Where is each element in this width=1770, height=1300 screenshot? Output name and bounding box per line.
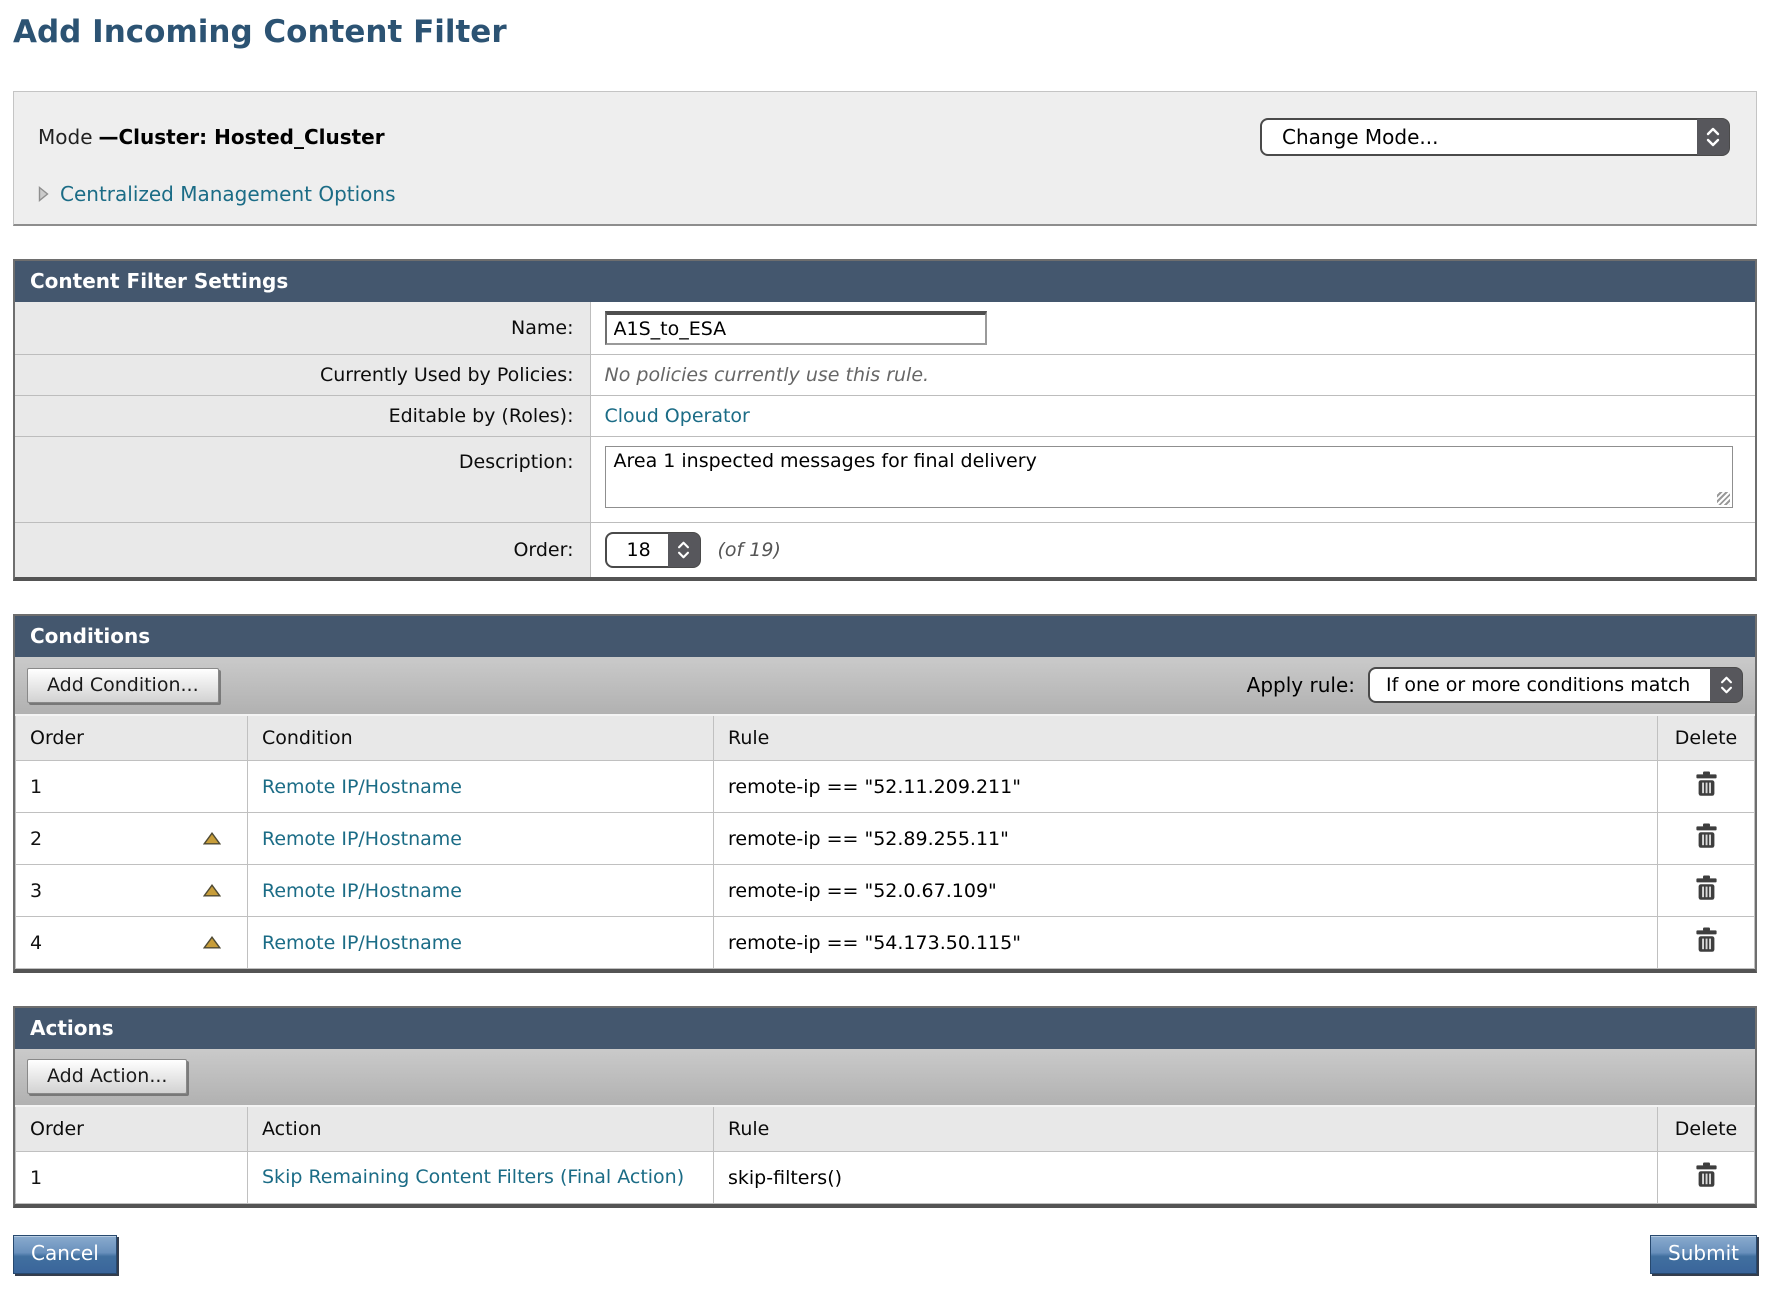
up-arrow-icon[interactable] [203,884,221,897]
add-condition-button[interactable]: Add Condition... [27,668,219,703]
action-rule: skip-filters() [728,1167,842,1189]
col-header-condition: Condition [248,715,714,761]
mode-row: Mode —Cluster: Hosted_Cluster Change Mod… [38,118,1730,156]
roles-row: Editable by (Roles): Cloud Operator [15,396,1755,437]
cloud-operator-link[interactable]: Cloud Operator [605,405,750,427]
policies-row: Currently Used by Policies: No policies … [15,355,1755,396]
roles-label: Editable by (Roles): [15,396,590,437]
actions-toolbar: Add Action... [15,1049,1755,1105]
conditions-table: Order Condition Rule Delete 1 Remote IP/… [15,714,1755,969]
settings-table: Name: Currently Used by Policies: No pol… [15,302,1755,577]
condition-link[interactable]: Remote IP/Hostname [262,932,462,954]
action-link[interactable]: Skip Remaining Content Filters (Final Ac… [262,1165,692,1191]
apply-rule-select[interactable]: If one or more conditions match [1368,667,1743,703]
submit-button[interactable]: Submit [1650,1235,1757,1274]
description-textarea[interactable]: Area 1 inspected messages for final deli… [605,446,1733,508]
up-arrow-icon[interactable] [203,936,221,949]
action-order: 1 [30,1167,42,1189]
description-label: Description: [15,437,590,523]
name-row: Name: [15,302,1755,355]
col-header-order: Order [16,1106,248,1152]
col-header-action: Action [248,1106,714,1152]
trash-icon[interactable] [1695,875,1718,901]
condition-link[interactable]: Remote IP/Hostname [262,880,462,902]
condition-rule: remote-ip == "52.89.255.11" [728,828,1009,850]
condition-order: 1 [30,776,42,798]
up-down-chevrons-icon [1710,668,1742,702]
conditions-header: Conditions [15,616,1755,657]
centralized-management-row: Centralized Management Options [38,182,1730,206]
triangle-right-icon[interactable] [38,186,49,202]
condition-link[interactable]: Remote IP/Hostname [262,776,462,798]
col-header-rule: Rule [714,715,1658,761]
condition-row: 4 Remote IP/Hostname remote-ip == "54.17… [16,917,1755,969]
actions-section: Actions Add Action... Order Action Rule … [13,1006,1757,1208]
mode-label: Mode [38,125,93,149]
col-header-rule: Rule [714,1106,1658,1152]
condition-link[interactable]: Remote IP/Hostname [262,828,462,850]
centralized-management-options-link[interactable]: Centralized Management Options [60,182,396,206]
change-mode-select[interactable]: Change Mode... [1260,118,1730,156]
conditions-section: Conditions Add Condition... Apply rule: … [13,614,1757,973]
action-row: 1 Skip Remaining Content Filters (Final … [16,1152,1755,1204]
condition-rule: remote-ip == "52.0.67.109" [728,880,997,902]
trash-icon[interactable] [1695,771,1718,797]
condition-row: 1 Remote IP/Hostname remote-ip == "52.11… [16,761,1755,813]
condition-row: 2 Remote IP/Hostname remote-ip == "52.89… [16,813,1755,865]
name-input[interactable] [605,311,987,345]
col-header-delete: Delete [1658,715,1755,761]
add-action-button[interactable]: Add Action... [27,1059,187,1094]
condition-row: 3 Remote IP/Hostname remote-ip == "52.0.… [16,865,1755,917]
cancel-button[interactable]: Cancel [13,1235,117,1274]
trash-icon[interactable] [1695,927,1718,953]
description-row: Description: Area 1 inspected messages f… [15,437,1755,523]
condition-order: 4 [30,932,42,954]
apply-rule-label: Apply rule: [1247,673,1355,697]
resize-grip[interactable] [1717,492,1730,505]
up-down-chevrons-icon [1697,119,1729,155]
trash-icon[interactable] [1695,1162,1718,1188]
apply-rule-select-value: If one or more conditions match [1370,674,1734,696]
page-title: Add Incoming Content Filter [13,14,1770,50]
name-label: Name: [15,302,590,355]
policies-label: Currently Used by Policies: [15,355,590,396]
change-mode-select-label: Change Mode... [1262,125,1483,149]
trash-icon[interactable] [1695,823,1718,849]
mode-panel: Mode —Cluster: Hosted_Cluster Change Mod… [13,91,1757,226]
condition-order: 2 [30,828,42,850]
condition-rule: remote-ip == "54.173.50.115" [728,932,1021,954]
content-filter-settings-section: Content Filter Settings Name: Currently … [13,259,1757,581]
order-total: (of 19) [718,539,781,561]
footer-buttons: Cancel Submit [13,1235,1757,1274]
content-filter-settings-header: Content Filter Settings [15,261,1755,302]
condition-order: 3 [30,880,42,902]
condition-rule: remote-ip == "52.11.209.211" [728,776,1021,798]
order-label: Order: [15,523,590,578]
order-select[interactable]: 18 [605,532,701,568]
order-row: Order: 18 (of 19) [15,523,1755,578]
up-down-chevrons-icon [668,533,700,567]
actions-table: Order Action Rule Delete 1 Skip Remainin… [15,1105,1755,1204]
conditions-toolbar: Add Condition... Apply rule: If one or m… [15,657,1755,714]
policies-value: No policies currently use this rule. [605,364,930,386]
col-header-order: Order [16,715,248,761]
col-header-delete: Delete [1658,1106,1755,1152]
up-arrow-icon[interactable] [203,832,221,845]
mode-cluster-value: —Cluster: Hosted_Cluster [99,125,385,149]
actions-header: Actions [15,1008,1755,1049]
